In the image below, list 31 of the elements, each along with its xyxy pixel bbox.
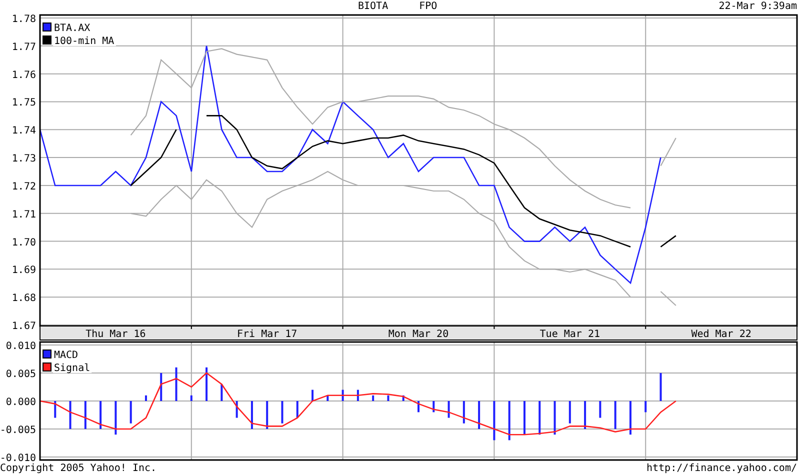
axis-label: 1.74 (12, 126, 36, 137)
legend-label: 100-min MA (54, 36, 114, 47)
axis-label: -0.010 (0, 453, 36, 462)
axis-label: 1.76 (12, 70, 36, 81)
copyright-text: Copyright 2005 Yahoo! Inc. (0, 462, 157, 475)
legend-label: MACD (54, 350, 78, 361)
axis-label: 1.75 (12, 98, 36, 109)
axis-label: 1.69 (12, 265, 36, 276)
axis-label: 0.010 (6, 341, 36, 352)
axis-label: 1.71 (12, 209, 36, 220)
day-label: Tue Mar 21 (540, 329, 600, 340)
legend-label: Signal (54, 363, 90, 374)
timestamp: 22-Mar 9:39am (718, 0, 797, 14)
axis-label: 1.67 (12, 321, 36, 332)
axis-label: 0.000 (6, 397, 36, 408)
axis-label: -0.005 (0, 425, 36, 436)
axis-label: 1.78 (12, 14, 36, 25)
axis-label: 0.005 (6, 369, 36, 380)
source-url: http://finance.yahoo.com/ (646, 462, 797, 475)
day-label: Thu Mar 16 (86, 329, 146, 340)
ticker-name: BIOTA (358, 0, 388, 14)
axis-label: 1.70 (12, 237, 36, 248)
day-label: Fri Mar 17 (237, 329, 298, 340)
day-label: Wed Mar 22 (691, 329, 752, 340)
legend-label: BTA.AX (54, 23, 90, 34)
day-label: Mon Mar 20 (388, 329, 449, 340)
axis-label: 1.77 (12, 42, 36, 53)
axis-label: 1.73 (12, 154, 36, 165)
axis-label: 1.68 (12, 293, 36, 304)
axis-label: 1.72 (12, 181, 36, 192)
security-class: FPO (419, 0, 438, 14)
